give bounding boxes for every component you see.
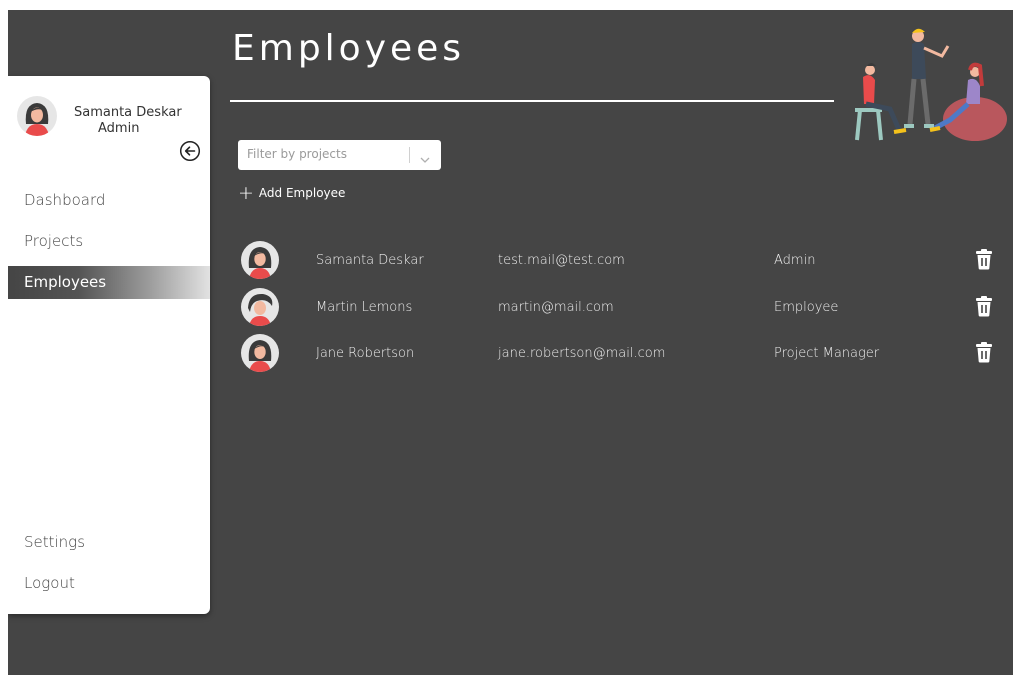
add-employee-button[interactable]: + Add Employee — [238, 182, 346, 204]
employee-name: Martin Lemons — [316, 300, 413, 315]
profile-name: Samanta Deskar — [74, 105, 182, 120]
profile-role: Admin — [98, 121, 140, 136]
bottom-nav: Settings Logout — [8, 526, 210, 608]
add-employee-label: Add Employee — [258, 186, 346, 200]
avatar — [241, 241, 279, 279]
main-nav: Dashboard Projects Employees — [8, 184, 210, 307]
employee-name: Jane Robertson — [316, 346, 415, 361]
nav-item-projects[interactable]: Projects — [8, 225, 210, 258]
page-title: Employees — [232, 28, 466, 69]
trash-icon[interactable] — [974, 341, 994, 363]
employee-name: Samanta Deskar — [316, 253, 424, 268]
nav-item-employees[interactable]: Employees — [8, 266, 210, 299]
chevron-down-icon[interactable] — [419, 150, 431, 163]
nav-item-dashboard[interactable]: Dashboard — [8, 184, 210, 217]
avatar — [241, 288, 279, 326]
employee-role: Project Manager — [774, 346, 880, 361]
employee-email: martin@mail.com — [498, 300, 614, 315]
user-profile: Samanta Deskar Admin — [17, 96, 182, 136]
filter-separator — [409, 147, 410, 163]
table-row: Jane Robertson jane.robertson@mail.com P… — [241, 334, 1011, 372]
plus-icon: + — [238, 182, 254, 204]
employee-email: jane.robertson@mail.com — [498, 346, 666, 361]
nav-item-settings[interactable]: Settings — [8, 526, 210, 559]
nav-item-logout[interactable]: Logout — [8, 567, 210, 600]
team-illustration — [830, 24, 1010, 144]
employee-email: test.mail@test.com — [498, 253, 625, 268]
table-row: Martin Lemons martin@mail.com Employee — [241, 288, 1011, 326]
collapse-arrow-left-icon[interactable] — [179, 140, 201, 162]
avatar — [17, 96, 57, 136]
avatar — [241, 334, 279, 372]
filter-placeholder: Filter by projects — [247, 147, 347, 161]
trash-icon[interactable] — [974, 295, 994, 317]
employee-role: Admin — [774, 253, 816, 268]
app-window: Samanta Deskar Admin Dashboard Projects … — [8, 10, 1013, 675]
trash-icon[interactable] — [974, 248, 994, 270]
employee-role: Employee — [774, 300, 839, 315]
table-row: Samanta Deskar test.mail@test.com Admin — [241, 241, 1011, 279]
title-divider — [230, 100, 834, 102]
project-filter-select[interactable]: Filter by projects — [238, 140, 441, 170]
sidebar: Samanta Deskar Admin Dashboard Projects … — [8, 76, 210, 614]
